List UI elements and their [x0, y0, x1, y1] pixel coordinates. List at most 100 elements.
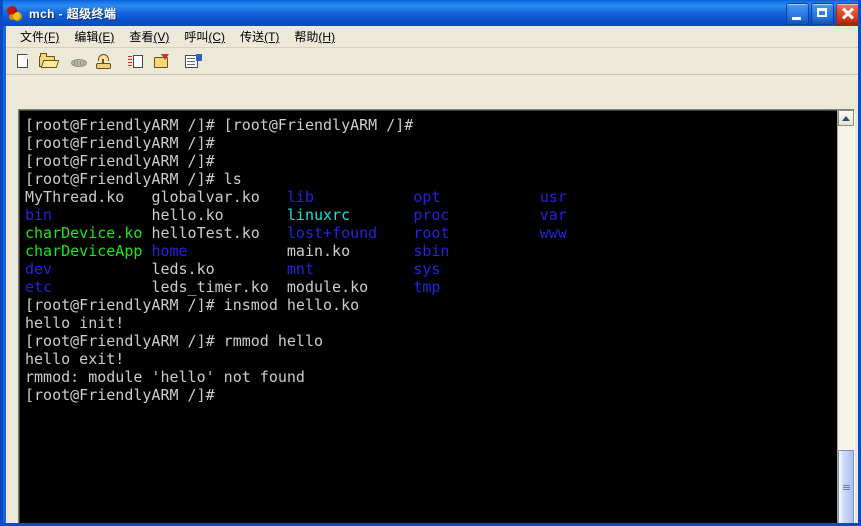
title-bar: mch - 超级终端: [3, 0, 858, 26]
terminal-line: [root@FriendlyARM /]# insmod hello.ko: [25, 296, 837, 314]
open-folder-icon: [39, 52, 55, 67]
send-file-button[interactable]: [124, 50, 148, 73]
terminal-line: [root@FriendlyARM /]# ls: [25, 170, 837, 188]
terminal-text: [root@FriendlyARM /]# insmod hello.ko: [25, 296, 360, 314]
terminal-text: module.ko: [286, 278, 414, 296]
terminal-output: [root@FriendlyARM /]# [root@FriendlyARM …: [25, 116, 837, 523]
terminal-text: hello init!: [25, 314, 125, 332]
terminal-text: lib: [286, 188, 414, 206]
menu-edit[interactable]: 编辑(E): [68, 26, 123, 47]
vertical-scrollbar[interactable]: [837, 110, 854, 523]
terminal-text: leds_timer.ko: [151, 278, 287, 296]
terminal-screen[interactable]: [root@FriendlyARM /]# [root@FriendlyARM …: [19, 110, 837, 523]
terminal-text: [root@FriendlyARM /]#: [25, 134, 215, 152]
minimize-button[interactable]: [786, 3, 809, 25]
menu-transfer-mnemonic: (T): [264, 30, 280, 44]
hyperterminal-window: mch - 超级终端 文件(F) 编辑(E) 查看(V) 呼叫(C) 传送(T)…: [0, 0, 861, 526]
terminal-line: etc leds_timer.ko module.ko tmp: [25, 278, 837, 296]
terminal-text: globalvar.ko: [151, 188, 287, 206]
properties-icon: [185, 53, 202, 69]
terminal-line: charDeviceApp home main.ko sbin: [25, 242, 837, 260]
terminal-text: bin: [25, 206, 152, 224]
terminal-text: usr: [539, 188, 567, 206]
terminal-text: proc: [413, 206, 540, 224]
terminal-text: rmmod: module 'hello' not found: [25, 368, 305, 386]
menu-call[interactable]: 呼叫(C): [178, 26, 234, 47]
menu-edit-label: 编辑: [74, 30, 99, 44]
terminal-text: charDeviceApp: [25, 242, 152, 260]
window-title: mch - 超级终端: [29, 6, 117, 21]
scrollbar-grip-icon: [843, 485, 850, 491]
call-icon: [95, 53, 113, 69]
terminal-line: hello exit!: [25, 350, 837, 368]
terminal-text: tmp: [413, 278, 441, 296]
terminal-line: MyThread.ko globalvar.ko lib opt usr: [25, 188, 837, 206]
terminal-text: dev: [25, 260, 152, 278]
menu-call-mnemonic: (C): [208, 30, 226, 44]
disconnect-button[interactable]: [67, 50, 91, 73]
menu-view-mnemonic: (V): [153, 30, 170, 44]
terminal-line: bin hello.ko linuxrc proc var: [25, 206, 837, 224]
menu-file[interactable]: 文件(F): [14, 26, 68, 47]
terminal-text: [root@FriendlyARM /]# [root@FriendlyARM …: [25, 116, 414, 134]
menu-help-label: 帮助: [294, 30, 319, 44]
terminal-line: [root@FriendlyARM /]# [root@FriendlyARM …: [25, 116, 837, 134]
send-file-icon: [128, 54, 145, 69]
terminal-text: [root@FriendlyARM /]# ls: [25, 170, 242, 188]
terminal-text: leds.ko: [151, 260, 287, 278]
terminal-line: hello init!: [25, 314, 837, 332]
new-connection-button[interactable]: [10, 50, 34, 73]
terminal-text: sbin: [413, 242, 450, 260]
toolbar-separator-2: [117, 50, 124, 73]
terminal-text: sys: [413, 260, 441, 278]
menu-transfer[interactable]: 传送(T): [234, 26, 288, 47]
terminal-text: main.ko: [286, 242, 414, 260]
disconnect-icon: [70, 54, 88, 69]
receive-file-button[interactable]: [149, 50, 173, 73]
menu-edit-mnemonic: (E): [98, 30, 115, 44]
chevron-up-icon: [842, 116, 850, 121]
toolbar-separator-1: [60, 50, 67, 73]
menu-file-mnemonic: (F): [44, 30, 60, 44]
toolbar-separator-3: [174, 50, 181, 73]
close-button[interactable]: [836, 3, 858, 25]
scroll-up-button[interactable]: [838, 110, 854, 126]
window-client-area: 文件(F) 编辑(E) 查看(V) 呼叫(C) 传送(T) 帮助(H) [roo…: [3, 26, 858, 523]
terminal-text: etc: [25, 278, 152, 296]
hyperterminal-icon: [7, 5, 24, 22]
terminal-text: linuxrc: [286, 206, 414, 224]
menu-bar: 文件(F) 编辑(E) 查看(V) 呼叫(C) 传送(T) 帮助(H): [6, 26, 858, 48]
properties-button[interactable]: [181, 50, 205, 73]
maximize-button[interactable]: [811, 3, 834, 25]
terminal-line: [root@FriendlyARM /]#: [25, 386, 837, 404]
new-connection-icon: [17, 53, 28, 68]
receive-file-icon: [153, 53, 170, 69]
scrollbar-thumb[interactable]: [838, 450, 854, 523]
menu-help-mnemonic: (H): [318, 30, 336, 44]
terminal-frame: [root@FriendlyARM /]# [root@FriendlyARM …: [18, 109, 855, 523]
terminal-text: lost+found: [286, 224, 414, 242]
menu-transfer-label: 传送: [240, 30, 265, 44]
toolbar: [6, 48, 858, 75]
terminal-text: charDevice.ko: [25, 224, 152, 242]
menu-file-label: 文件: [20, 30, 45, 44]
terminal-text: www: [539, 224, 567, 242]
terminal-text: [root@FriendlyARM /]#: [25, 152, 215, 170]
terminal-line: [root@FriendlyARM /]# rmmod hello: [25, 332, 837, 350]
terminal-text: [root@FriendlyARM /]# rmmod hello: [25, 332, 324, 350]
terminal-text: mnt: [286, 260, 414, 278]
terminal-line: charDevice.ko helloTest.ko lost+found ro…: [25, 224, 837, 242]
menu-view[interactable]: 查看(V): [123, 26, 178, 47]
menu-help[interactable]: 帮助(H): [288, 26, 344, 47]
terminal-text: opt: [413, 188, 540, 206]
call-button[interactable]: [92, 50, 116, 73]
open-connection-button[interactable]: [35, 50, 59, 73]
terminal-text: helloTest.ko: [151, 224, 287, 242]
terminal-text: [root@FriendlyARM /]#: [25, 386, 215, 404]
menu-view-label: 查看: [129, 30, 154, 44]
window-controls: [786, 3, 858, 25]
terminal-text: var: [539, 206, 567, 224]
terminal-line: dev leds.ko mnt sys: [25, 260, 837, 278]
terminal-text: hello exit!: [25, 350, 125, 368]
terminal-text: root: [413, 224, 540, 242]
